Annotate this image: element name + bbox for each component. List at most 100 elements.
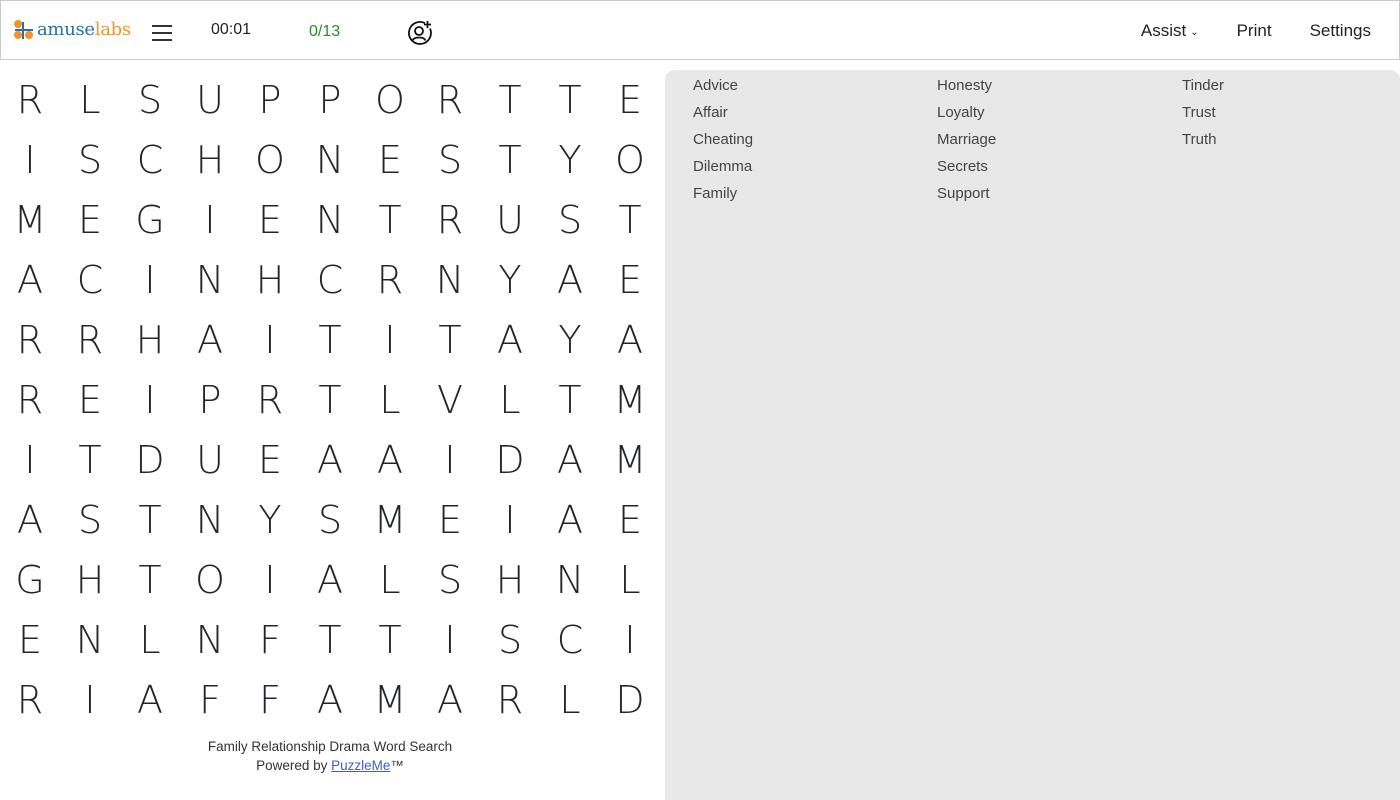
grid-cell[interactable]: L xyxy=(120,610,180,670)
print-button[interactable]: Print xyxy=(1237,21,1272,41)
grid-cell[interactable]: H xyxy=(240,250,300,310)
grid-cell[interactable]: N xyxy=(540,550,600,610)
grid-cell[interactable]: A xyxy=(540,250,600,310)
grid-cell[interactable]: I xyxy=(240,550,300,610)
grid-cell[interactable]: D xyxy=(600,670,660,730)
hamburger-menu-icon[interactable] xyxy=(152,23,172,43)
grid-cell[interactable]: R xyxy=(0,70,60,130)
grid-cell[interactable]: R xyxy=(240,370,300,430)
grid-cell[interactable]: O xyxy=(600,130,660,190)
grid-cell[interactable]: O xyxy=(360,70,420,130)
grid-cell[interactable]: T xyxy=(360,190,420,250)
grid-cell[interactable]: M xyxy=(600,430,660,490)
grid-cell[interactable]: I xyxy=(120,250,180,310)
grid-cell[interactable]: E xyxy=(240,430,300,490)
grid-cell[interactable]: L xyxy=(360,370,420,430)
grid-cell[interactable]: N xyxy=(300,130,360,190)
grid-cell[interactable]: I xyxy=(240,310,300,370)
grid-cell[interactable]: L xyxy=(600,550,660,610)
grid-cell[interactable]: M xyxy=(360,490,420,550)
assist-menu-button[interactable]: Assist ⌄ xyxy=(1141,21,1199,41)
grid-cell[interactable]: U xyxy=(480,190,540,250)
grid-cell[interactable]: L xyxy=(540,670,600,730)
grid-cell[interactable]: A xyxy=(300,550,360,610)
grid-cell[interactable]: A xyxy=(120,670,180,730)
grid-cell[interactable]: M xyxy=(600,370,660,430)
grid-cell[interactable]: N xyxy=(180,610,240,670)
grid-cell[interactable]: T xyxy=(600,190,660,250)
grid-cell[interactable]: Y xyxy=(540,130,600,190)
grid-cell[interactable]: C xyxy=(540,610,600,670)
grid-cell[interactable]: A xyxy=(420,670,480,730)
grid-cell[interactable]: F xyxy=(180,670,240,730)
grid-cell[interactable]: N xyxy=(60,610,120,670)
grid-cell[interactable]: R xyxy=(480,670,540,730)
grid-cell[interactable]: C xyxy=(60,250,120,310)
grid-cell[interactable]: P xyxy=(240,70,300,130)
grid-cell[interactable]: E xyxy=(600,250,660,310)
grid-cell[interactable]: T xyxy=(480,130,540,190)
grid-cell[interactable]: A xyxy=(300,670,360,730)
grid-cell[interactable]: I xyxy=(0,430,60,490)
grid-cell[interactable]: R xyxy=(420,70,480,130)
grid-cell[interactable]: A xyxy=(0,250,60,310)
grid-cell[interactable]: S xyxy=(60,490,120,550)
grid-cell[interactable]: A xyxy=(180,310,240,370)
grid-cell[interactable]: E xyxy=(360,130,420,190)
grid-cell[interactable]: S xyxy=(300,490,360,550)
grid-cell[interactable]: R xyxy=(420,190,480,250)
grid-cell[interactable]: O xyxy=(180,550,240,610)
grid-cell[interactable]: T xyxy=(300,370,360,430)
grid-cell[interactable]: T xyxy=(480,70,540,130)
grid-cell[interactable]: R xyxy=(0,310,60,370)
grid-cell[interactable]: T xyxy=(300,310,360,370)
grid-cell[interactable]: E xyxy=(0,610,60,670)
grid-cell[interactable]: T xyxy=(60,430,120,490)
grid-cell[interactable]: U xyxy=(180,430,240,490)
grid-cell[interactable]: R xyxy=(360,250,420,310)
grid-cell[interactable]: R xyxy=(0,370,60,430)
grid-cell[interactable]: S xyxy=(480,610,540,670)
grid-cell[interactable]: E xyxy=(240,190,300,250)
settings-button[interactable]: Settings xyxy=(1310,21,1371,41)
grid-cell[interactable]: H xyxy=(120,310,180,370)
grid-cell[interactable]: A xyxy=(360,430,420,490)
grid-cell[interactable]: R xyxy=(0,670,60,730)
grid-cell[interactable]: I xyxy=(420,430,480,490)
grid-cell[interactable]: I xyxy=(600,610,660,670)
grid-cell[interactable]: E xyxy=(60,190,120,250)
grid-cell[interactable]: L xyxy=(60,70,120,130)
grid-cell[interactable]: O xyxy=(240,130,300,190)
grid-cell[interactable]: H xyxy=(60,550,120,610)
grid-cell[interactable]: P xyxy=(300,70,360,130)
grid-cell[interactable]: C xyxy=(300,250,360,310)
grid-cell[interactable]: N xyxy=(180,490,240,550)
grid-cell[interactable]: L xyxy=(360,550,420,610)
grid-cell[interactable]: A xyxy=(480,310,540,370)
grid-cell[interactable]: N xyxy=(300,190,360,250)
grid-cell[interactable]: D xyxy=(120,430,180,490)
grid-cell[interactable]: N xyxy=(180,250,240,310)
grid-cell[interactable]: T xyxy=(120,490,180,550)
grid-cell[interactable]: I xyxy=(420,610,480,670)
add-user-icon[interactable] xyxy=(407,20,433,46)
grid-cell[interactable]: G xyxy=(120,190,180,250)
grid-cell[interactable]: T xyxy=(300,610,360,670)
grid-cell[interactable]: M xyxy=(360,670,420,730)
grid-cell[interactable]: F xyxy=(240,670,300,730)
grid-cell[interactable]: G xyxy=(0,550,60,610)
grid-cell[interactable]: M xyxy=(0,190,60,250)
puzzleme-link[interactable]: PuzzleMe xyxy=(331,758,390,773)
grid-cell[interactable]: I xyxy=(480,490,540,550)
grid-cell[interactable]: S xyxy=(540,190,600,250)
grid-cell[interactable]: N xyxy=(420,250,480,310)
grid-cell[interactable]: Y xyxy=(240,490,300,550)
grid-cell[interactable]: E xyxy=(600,70,660,130)
grid-cell[interactable]: T xyxy=(120,550,180,610)
grid-cell[interactable]: D xyxy=(480,430,540,490)
grid-cell[interactable]: A xyxy=(540,430,600,490)
grid-cell[interactable]: S xyxy=(420,550,480,610)
grid-cell[interactable]: A xyxy=(0,490,60,550)
grid-cell[interactable]: E xyxy=(60,370,120,430)
grid-cell[interactable]: C xyxy=(120,130,180,190)
